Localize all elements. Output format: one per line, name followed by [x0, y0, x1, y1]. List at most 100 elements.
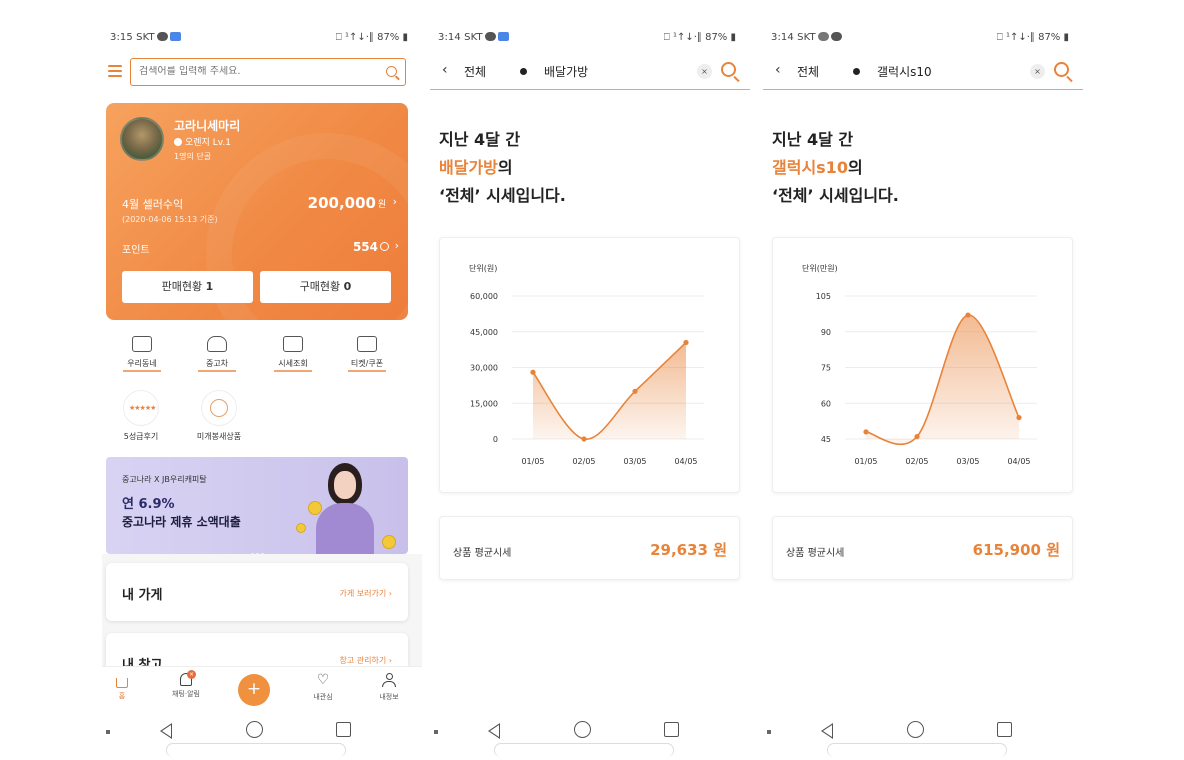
data-point[interactable] [581, 436, 587, 442]
chevron-right-icon[interactable]: › [395, 239, 399, 252]
back-chevron-icon[interactable]: ‹ [442, 62, 448, 78]
view-store-link[interactable]: 가게 보러가기 › [340, 588, 392, 599]
sales-date: (2020-04-06 15:13 기준) [122, 215, 218, 224]
menu-neighborhood[interactable]: 우리동네 [117, 336, 167, 372]
price-chart: 단위(원) 60,000 45,000 30,000 15,000 0 01/05 02/05… [469, 263, 704, 466]
recent-apps-icon[interactable] [997, 722, 1012, 737]
system-navigation [430, 720, 750, 760]
chevron-right-icon[interactable]: › [393, 195, 397, 208]
menu-ticket-coupon[interactable]: 티켓/쿠폰 [342, 336, 392, 372]
price-chart-card: 단위(원) 60,000 45,000 30,000 15,000 0 01/05 02/05… [439, 237, 740, 493]
gesture-bar [827, 743, 1007, 757]
y-unit-label: 단위(만원) [802, 263, 838, 273]
nav-home[interactable]: 홈 [102, 673, 147, 701]
circle-menu: ★★★★★ 5성급후기 미개봉새상품 [102, 390, 422, 446]
home-button-icon[interactable] [907, 721, 924, 738]
status-indicators: ⎕ ¹↑↓·∥ 87% ▮ [335, 32, 408, 43]
coin-icon [296, 523, 306, 533]
status-indicators: ⎕ ¹↑↓·∥ 87% ▮ [663, 32, 736, 43]
status-indicators: ⎕ ¹↑↓·∥ 87% ▮ [996, 32, 1069, 43]
add-post-button[interactable]: + [238, 674, 270, 706]
menu-icon[interactable] [108, 65, 122, 77]
x-tick-label: 02/05 [572, 457, 595, 466]
y-tick-label: 30,000 [470, 364, 498, 373]
data-point[interactable] [1016, 414, 1022, 421]
clear-icon[interactable]: × [1030, 64, 1045, 79]
category-selector[interactable]: 전체 [464, 63, 486, 80]
data-point[interactable] [530, 369, 536, 375]
average-price-value: 615,900 원 [972, 541, 1060, 559]
menu-used-car[interactable]: 중고차 [192, 336, 242, 372]
nav-chat-alerts[interactable]: × 채팅·알림 [161, 670, 211, 699]
system-navigation [102, 720, 422, 760]
search-icon[interactable] [721, 62, 736, 77]
category-selector[interactable]: 전체 [797, 63, 819, 80]
seller-card: 고라니세마리 오렌지 Lv.1 1명의 단골 4월 셀러수익 (2020-04-… [106, 103, 408, 320]
category-dot-icon [520, 68, 527, 75]
y-tick-label: 105 [816, 292, 831, 301]
purchase-status-button[interactable]: 구매현황 0 [260, 271, 391, 303]
home-button-icon[interactable] [246, 721, 263, 738]
status-bar: 3:15 SKT ⎕ ¹↑↓·∥ 87% ▮ [102, 31, 422, 47]
clear-icon[interactable]: × [697, 64, 712, 79]
search-icon[interactable] [1054, 62, 1069, 77]
heart-icon: ♡ [316, 672, 330, 688]
menu-dot-icon [106, 730, 110, 734]
data-point[interactable] [683, 339, 689, 346]
back-chevron-icon[interactable]: ‹ [775, 62, 781, 78]
search-icon[interactable] [386, 66, 397, 77]
avatar[interactable] [120, 117, 164, 161]
recent-apps-icon[interactable] [664, 722, 679, 737]
average-price-value: 29,633 원 [650, 541, 727, 559]
bell-icon: × [180, 670, 196, 686]
area-fill [533, 342, 686, 440]
level-badge-icon [174, 138, 182, 146]
search-keyword[interactable]: 배달가방 [544, 63, 588, 80]
banner-subtitle: 중고나라 X JB우리캐피탈 [122, 475, 207, 484]
recent-apps-icon[interactable] [336, 722, 351, 737]
data-point[interactable] [914, 434, 920, 440]
y-tick-label: 75 [821, 364, 831, 373]
menu-unopened-items[interactable]: 미개봉새상품 [184, 390, 254, 442]
back-icon[interactable] [488, 723, 500, 739]
price-chart-card: 단위(만원) 105 90 75 60 45 01/05 02/05 03/05 04/05 [772, 237, 1073, 493]
x-tick-label: 01/05 [854, 457, 877, 466]
back-icon[interactable] [821, 723, 833, 739]
status-time: 3:14 SKT [771, 32, 816, 43]
sales-amount[interactable]: 200,000 [308, 194, 376, 212]
nav-my-info[interactable]: 내정보 [364, 673, 414, 702]
data-point[interactable] [965, 312, 971, 318]
gesture-bar [166, 743, 346, 757]
menu-5star-reviews[interactable]: ★★★★★ 5성급후기 [106, 390, 176, 442]
point-value[interactable]: 554 [353, 240, 378, 254]
point-label: 포인트 [122, 245, 150, 256]
chart-icon [283, 336, 303, 352]
manage-warehouse-link[interactable]: 창고 관리하기 › [340, 655, 392, 666]
y-tick-label: 45 [821, 435, 831, 444]
data-point[interactable] [863, 429, 869, 435]
ticket-icon [357, 336, 377, 352]
badge-icon: × [187, 670, 196, 679]
x-tick-label: 03/05 [623, 457, 646, 466]
sales-status-button[interactable]: 판매현황 1 [122, 271, 253, 303]
star-rating-icon: ★★★★★ [129, 404, 156, 412]
home-button-icon[interactable] [574, 721, 591, 738]
nav-favorites[interactable]: ♡ 내관심 [298, 673, 348, 702]
my-store-title: 내 가게 [122, 584, 163, 603]
average-price-label: 상품 평균시세 [786, 548, 845, 559]
search-bar[interactable] [130, 58, 406, 86]
status-time: 3:14 SKT [438, 32, 483, 43]
menu-price-check[interactable]: 시세조회 [268, 336, 318, 372]
data-point[interactable] [632, 388, 638, 394]
seller-nickname: 고라니세마리 [174, 119, 241, 133]
search-input[interactable] [139, 66, 369, 77]
my-store-section: 내 가게 가게 보러가기 › [106, 563, 408, 621]
loan-banner[interactable]: 중고나라 X JB우리캐피탈 연 6.9% 중고나라 제휴 소액대출 [106, 457, 408, 554]
y-tick-label: 15,000 [470, 399, 498, 408]
y-tick-label: 45,000 [470, 328, 498, 337]
search-keyword[interactable]: 갤럭시s10 [877, 63, 932, 80]
banner-rate: 연 6.9% [122, 497, 175, 512]
status-time: 3:15 SKT [110, 32, 155, 43]
back-icon[interactable] [160, 723, 172, 739]
y-unit-label: 단위(원) [469, 263, 497, 273]
